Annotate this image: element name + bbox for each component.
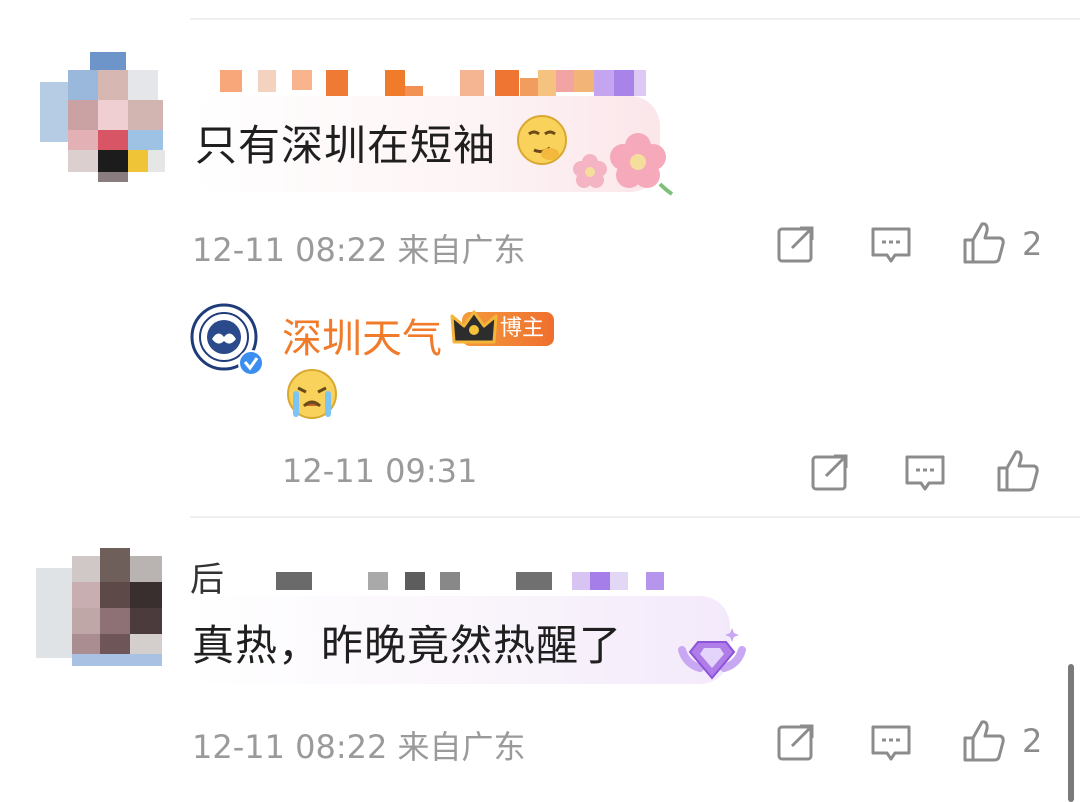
- purple-gem-badge-icon: [676, 622, 748, 690]
- share-icon[interactable]: [810, 452, 850, 492]
- comment-icon[interactable]: [904, 454, 946, 494]
- like-count: 2: [1022, 225, 1043, 263]
- comment-icon[interactable]: [870, 226, 912, 266]
- reply-meta: 12-11 09:31: [282, 452, 478, 490]
- like-icon[interactable]: [962, 220, 1006, 266]
- divider-middle: [190, 516, 1080, 518]
- avatar[interactable]: [36, 548, 166, 668]
- reply-author[interactable]: 深圳天气: [282, 306, 442, 364]
- like-icon[interactable]: [962, 718, 1006, 764]
- comment-text: 只有深圳在短袖: [195, 121, 497, 170]
- divider-top: [190, 18, 1080, 20]
- smirk-face-emoji: [516, 114, 568, 170]
- comment-meta: 12-11 08:22 来自广东: [192, 728, 526, 766]
- scrollbar[interactable]: [1068, 664, 1074, 802]
- crown-icon: [450, 308, 498, 352]
- like-icon[interactable]: [996, 448, 1040, 494]
- comment-meta: 12-11 08:22 来自广东: [192, 231, 526, 269]
- username-fragment: 后: [190, 560, 224, 600]
- cherry-blossom-icon: [566, 128, 678, 204]
- verified-badge-icon: [238, 350, 264, 380]
- crying-face-emoji: [286, 368, 338, 424]
- share-icon[interactable]: [776, 722, 816, 762]
- comment-text: 真热，昨晚竟然热醒了: [192, 621, 623, 670]
- comment-icon[interactable]: [870, 724, 912, 764]
- avatar[interactable]: [40, 52, 165, 182]
- share-icon[interactable]: [776, 224, 816, 264]
- like-count: 2: [1022, 722, 1043, 760]
